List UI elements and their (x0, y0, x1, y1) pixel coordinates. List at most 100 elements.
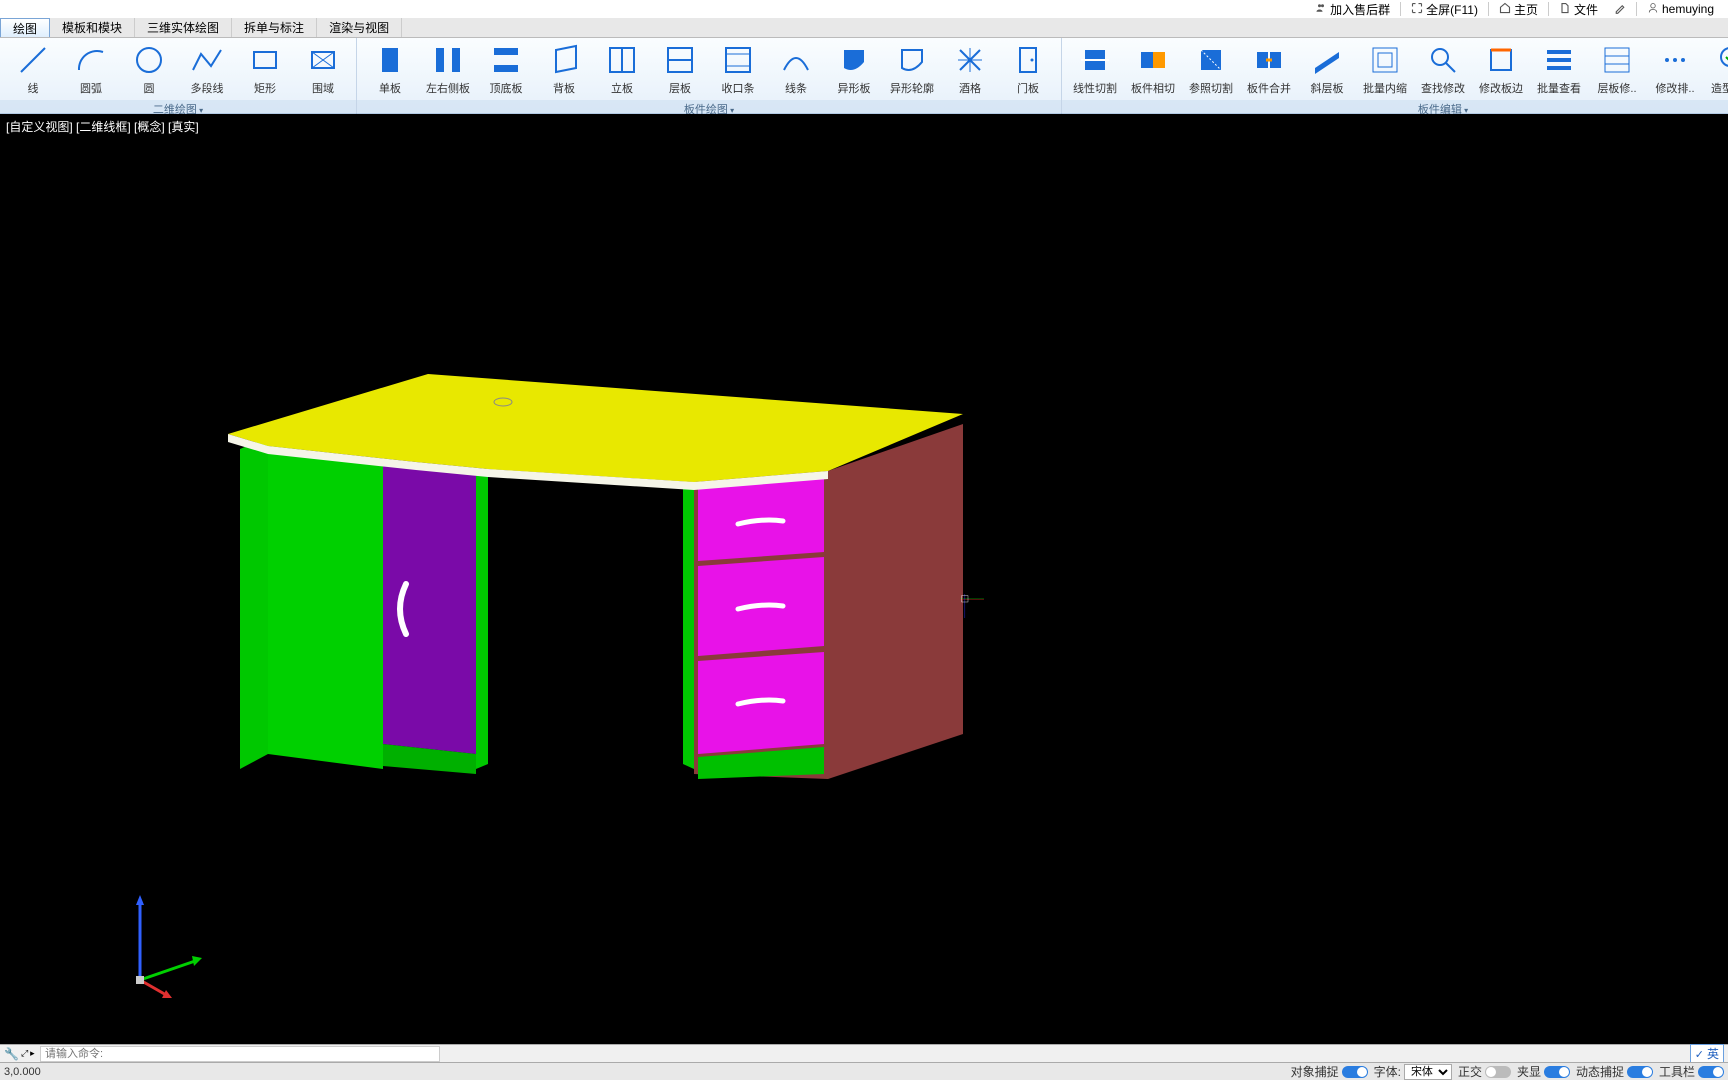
tool-label: 门板 (1017, 80, 1039, 96)
tool-label: 修改排.. (1655, 80, 1694, 96)
status-overlap[interactable]: 夹显 (1517, 1063, 1570, 1080)
tab-draw[interactable]: 绘图 (0, 18, 50, 37)
tool-cut-ref[interactable]: 参照切割 (1182, 40, 1240, 98)
tool-panel-odd[interactable]: 异形板 (825, 40, 883, 98)
edit-button[interactable] (1608, 1, 1632, 17)
tab-3d-draw[interactable]: 三维实体绘图 (135, 18, 232, 37)
tool-region[interactable]: 围域 (294, 40, 352, 98)
tool-wine[interactable]: 酒格 (941, 40, 999, 98)
ime-badge[interactable]: ✓ 英 (1690, 1044, 1724, 1063)
tool-label: 圆弧 (80, 80, 102, 96)
ortho-toggle[interactable] (1485, 1066, 1511, 1078)
tool-cut-lin[interactable]: 线性切割 (1066, 40, 1124, 98)
tool-panel-tb[interactable]: 顶底板 (477, 40, 535, 98)
status-snap[interactable]: 对象捕捉 (1291, 1063, 1368, 1080)
menu-bar: 绘图 模板和模块 三维实体绘图 拆单与标注 渲染与视图 (0, 18, 1728, 38)
font-label: 字体: (1374, 1063, 1401, 1080)
tool-label: 多段线 (191, 80, 224, 96)
cursor-crosshair (960, 594, 984, 618)
overlap-toggle[interactable] (1544, 1066, 1570, 1078)
line2-icon (778, 42, 814, 78)
axis-gizmo[interactable] (120, 890, 210, 1000)
command-input[interactable] (40, 1046, 440, 1062)
tool-merge[interactable]: 板件合并 (1240, 40, 1298, 98)
tool-batch-in[interactable]: 批量内缩 (1356, 40, 1414, 98)
region-icon (305, 42, 341, 78)
edit-row-icon (1657, 42, 1693, 78)
tool-check[interactable]: 造型检查 (1704, 40, 1728, 98)
separator (1548, 2, 1549, 16)
panel-trim-icon (720, 42, 756, 78)
tab-templates[interactable]: 模板和模块 (50, 18, 135, 37)
tool-panel-stand[interactable]: 立板 (593, 40, 651, 98)
snap-toggle[interactable] (1342, 1066, 1368, 1078)
toolbar-toggle[interactable] (1698, 1066, 1724, 1078)
tool-label: 批量内缩 (1363, 80, 1407, 96)
dyn-toggle[interactable] (1627, 1066, 1653, 1078)
status-bar: 3,0.000 对象捕捉 字体: 宋体 正交 夹显 动态捕捉 工具栏 (0, 1062, 1728, 1080)
cmdbar-handle[interactable]: 🔧 ⤢ ▸ (0, 1047, 40, 1061)
tool-cut-tan[interactable]: 板件相切 (1124, 40, 1182, 98)
command-bar: 🔧 ⤢ ▸ ✓ 英 (0, 1044, 1728, 1062)
viewport-label[interactable]: [自定义视图] [二维线框] [概念] [真实] (6, 118, 199, 135)
chevron-icon: ▸ (30, 1048, 35, 1059)
file-button[interactable]: 文件 (1553, 1, 1604, 17)
tool-panel-shelf[interactable]: 层板 (651, 40, 709, 98)
panel-single-icon (372, 42, 408, 78)
tool-batch-view[interactable]: 批量查看 (1530, 40, 1588, 98)
tool-arc[interactable]: 圆弧 (62, 40, 120, 98)
tool-label: 线 (28, 80, 39, 96)
fullscreen-button[interactable]: 全屏(F11) (1405, 1, 1484, 17)
rect-icon (247, 42, 283, 78)
tool-line[interactable]: 线 (4, 40, 62, 98)
expand-icon: ⤢ (21, 1048, 28, 1059)
tool-panel-back[interactable]: 背板 (535, 40, 593, 98)
ribbon-group-panel: 单板左右侧板顶底板背板立板层板收口条线条异形板异形轮廓酒格门板 板件绘图 (357, 38, 1062, 113)
tool-edit-row[interactable]: 修改排.. (1646, 40, 1704, 98)
tool-label: 异形轮廓 (890, 80, 934, 96)
desk-3d-model[interactable] (228, 374, 968, 794)
viewport[interactable]: [自定义视图] [二维线框] [概念] [真实] (0, 114, 1728, 1044)
user-icon (1647, 2, 1659, 17)
arc-icon (73, 42, 109, 78)
ime-lang: 英 (1707, 1047, 1719, 1061)
door-icon (1010, 42, 1046, 78)
tool-rect[interactable]: 矩形 (236, 40, 294, 98)
status-font[interactable]: 字体: 宋体 (1374, 1063, 1452, 1080)
tool-shelf-fix[interactable]: 层板修.. (1588, 40, 1646, 98)
tool-circle[interactable]: 圆 (120, 40, 178, 98)
tool-outline-odd[interactable]: 异形轮廓 (883, 40, 941, 98)
tool-edit-edge[interactable]: 修改板边 (1472, 40, 1530, 98)
status-ortho[interactable]: 正交 (1458, 1063, 1511, 1080)
tool-diag[interactable]: 斜层板 (1298, 40, 1356, 98)
tool-label: 线条 (785, 80, 807, 96)
tool-polyline[interactable]: 多段线 (178, 40, 236, 98)
status-dyn[interactable]: 动态捕捉 (1576, 1063, 1653, 1080)
join-group-label: 加入售后群 (1330, 1, 1390, 18)
people-icon (1315, 2, 1327, 17)
font-select[interactable]: 宋体 (1404, 1064, 1452, 1080)
tool-panel-lr[interactable]: 左右侧板 (419, 40, 477, 98)
tool-door[interactable]: 门板 (999, 40, 1057, 98)
fullscreen-label: 全屏(F11) (1426, 1, 1478, 18)
tool-label: 异形板 (838, 80, 871, 96)
tool-find[interactable]: 查找修改 (1414, 40, 1472, 98)
tool-line2[interactable]: 线条 (767, 40, 825, 98)
panel-stand-icon (604, 42, 640, 78)
home-button[interactable]: 主页 (1493, 1, 1544, 17)
tool-panel-single[interactable]: 单板 (361, 40, 419, 98)
tool-panel-trim[interactable]: 收口条 (709, 40, 767, 98)
outline-odd-icon (894, 42, 930, 78)
coordinates: 3,0.000 (4, 1066, 41, 1078)
tab-split-annotate[interactable]: 拆单与标注 (232, 18, 317, 37)
panel-tb-icon (488, 42, 524, 78)
tab-render-view[interactable]: 渲染与视图 (317, 18, 402, 37)
user-button[interactable]: hemuying (1641, 1, 1720, 17)
separator (1488, 2, 1489, 16)
batch-in-icon (1367, 42, 1403, 78)
status-toolbar[interactable]: 工具栏 (1659, 1063, 1724, 1080)
tool-label: 查找修改 (1421, 80, 1465, 96)
panel-shelf-icon (662, 42, 698, 78)
tool-label: 参照切割 (1189, 80, 1233, 96)
join-group-button[interactable]: 加入售后群 (1309, 1, 1396, 17)
